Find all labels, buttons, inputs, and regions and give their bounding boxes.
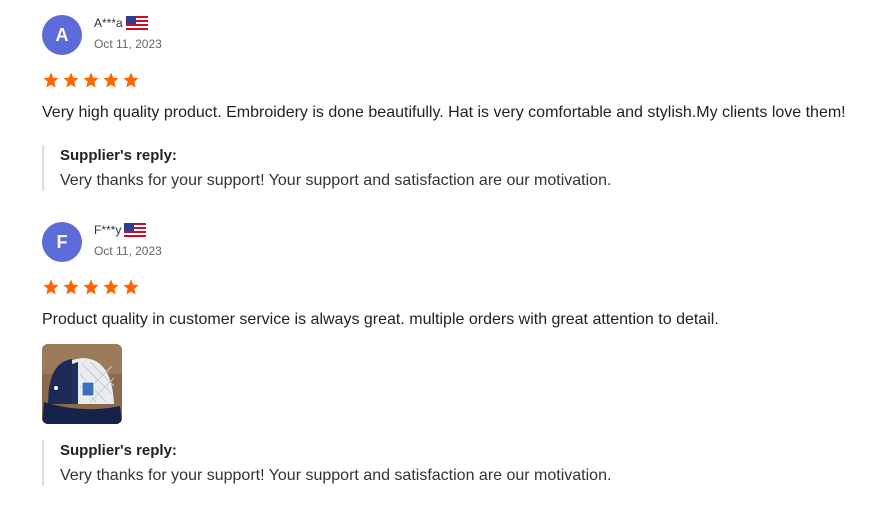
star-icon	[123, 72, 139, 88]
reviewer-name-text: F***y	[94, 223, 122, 237]
review-text: Very high quality product. Embroidery is…	[42, 104, 846, 121]
star-icon	[43, 72, 59, 88]
review-photo-cap	[42, 344, 122, 424]
review-photo[interactable]	[42, 344, 122, 424]
review-date: Oct 11, 2023	[94, 244, 162, 258]
avatar: F	[42, 222, 82, 262]
us-flag-icon	[124, 223, 147, 237]
star-icon	[63, 72, 79, 88]
reply-text: Very thanks for your support! Your suppo…	[60, 172, 612, 189]
supplier-reply: Supplier's reply: Very thanks for your s…	[42, 440, 611, 486]
rating-stars	[42, 278, 140, 296]
reply-text: Very thanks for your support! Your suppo…	[60, 467, 612, 484]
star-icon	[103, 279, 119, 295]
star-icon	[83, 72, 99, 88]
rating-stars	[42, 71, 140, 89]
avatar: A	[42, 15, 82, 55]
reviewer-name-text: A***a	[94, 16, 123, 30]
reply-title: Supplier's reply:	[60, 147, 177, 164]
review-text: Product quality in customer service is a…	[42, 311, 719, 328]
star-icon	[83, 279, 99, 295]
supplier-reply: Supplier's reply: Very thanks for your s…	[42, 145, 611, 191]
star-icon	[43, 279, 59, 295]
review-date: Oct 11, 2023	[94, 37, 162, 51]
reviewer-name: A***a	[94, 16, 148, 30]
us-flag-icon	[125, 16, 148, 30]
star-icon	[63, 279, 79, 295]
review-1: A A***a Oct 11, 2023 Very high quality p…	[42, 15, 872, 195]
star-icon	[103, 72, 119, 88]
reviewer-name: F***y	[94, 223, 147, 237]
star-icon	[123, 279, 139, 295]
reply-title: Supplier's reply:	[60, 442, 177, 459]
review-2: F F***y Oct 11, 2023 Product quality in …	[42, 222, 872, 497]
